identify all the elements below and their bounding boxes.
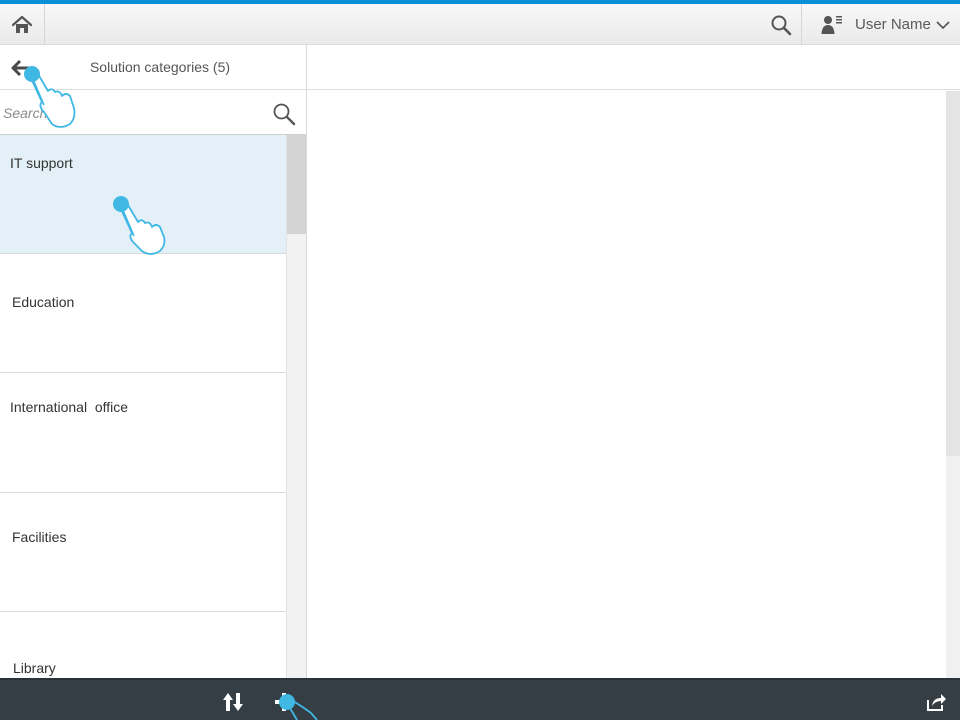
home-icon [11,15,33,33]
arrow-left-icon [11,59,31,77]
list-item-label: IT support [10,155,73,171]
list-scrollbar[interactable] [286,135,306,678]
list-item[interactable]: Library [0,612,286,678]
user-menu[interactable]: User Name [803,4,960,45]
list-item-label: Education [12,294,75,310]
page-title: Solution categories (5) [89,59,231,75]
search-icon[interactable] [272,102,296,126]
detail-panel [307,45,960,678]
master-panel: Solution categories (5) IT support Educa… [0,45,307,678]
detail-scrollbar-thumb[interactable] [946,91,960,456]
sort-button[interactable] [217,686,249,718]
category-list: IT support Education International offic… [0,135,306,678]
user-name[interactable]: User Name [855,16,931,33]
share-button[interactable] [920,686,952,718]
footer-toolbar [0,678,960,720]
list-item[interactable]: International office [0,373,286,493]
add-button[interactable] [268,686,300,718]
list-scrollbar-thumb[interactable] [287,135,306,234]
search-input[interactable] [0,98,262,128]
list-item-label: Library [13,660,56,676]
back-button[interactable] [6,55,36,81]
shell-search-button[interactable] [760,4,802,45]
list-item-label: Facilities [12,529,67,545]
detail-scrollbar[interactable] [946,91,960,678]
search-bar [0,90,306,135]
list-item-label: International office [10,399,129,415]
share-icon [927,694,946,711]
master-header: Solution categories (5) [0,45,306,90]
sort-icon [223,693,243,711]
user-icon [821,15,842,34]
home-button[interactable] [0,4,45,45]
list-item[interactable]: IT support [0,135,286,254]
add-icon [275,693,293,711]
search-icon [771,15,791,35]
detail-header [307,45,960,90]
list-item[interactable]: Education [0,254,286,373]
chevron-down-icon[interactable] [936,20,950,30]
list-item[interactable]: Facilities [0,493,286,612]
shell-bar: User Name [0,4,960,45]
